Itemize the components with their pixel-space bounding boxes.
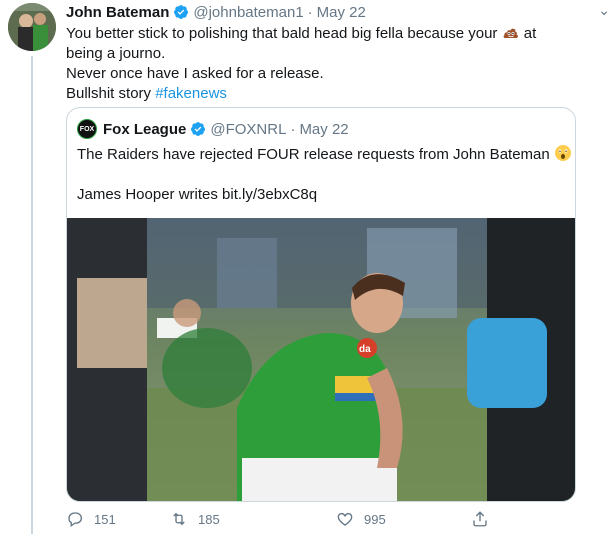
verified-badge-icon (191, 122, 206, 136)
tweet-header: John Bateman @johnbateman1 · May 22 (66, 2, 586, 22)
author-handle[interactable]: @johnbateman1 (193, 4, 303, 21)
tweet-text: You better stick to polishing that bald … (66, 23, 566, 104)
like-count: 995 (364, 511, 386, 527)
quoted-author-name: Fox League (103, 120, 187, 138)
tweet-date[interactable]: May 22 (317, 4, 366, 21)
quoted-tweet-text: The Raiders have rejected FOUR release r… (77, 144, 571, 205)
author-avatar[interactable] (8, 3, 56, 51)
like-button[interactable]: 995 (336, 510, 386, 528)
tweet-text-segment: You better stick to polishing that bald … (66, 25, 498, 42)
jersey-sponsor-text: da (359, 344, 371, 355)
tweet-line-4: Bullshit story #fakenews (66, 84, 566, 104)
chevron-down-icon[interactable]: ⌄ (598, 2, 610, 19)
share-icon (473, 511, 487, 527)
quoted-line-spacer (77, 165, 567, 185)
tweet-text-segment: at (523, 25, 537, 42)
header-separator: · (307, 3, 313, 21)
quoted-tweet-date: May 22 (299, 120, 349, 138)
quoted-tweet-header: FOX Fox League @FOXNRL · May 22 (77, 118, 349, 140)
retweet-icon (173, 512, 185, 526)
author-name[interactable]: John Bateman (66, 4, 169, 21)
quoted-tweet-card[interactable]: FOX Fox League @FOXNRL · May 22 The Raid… (66, 107, 576, 502)
player-photo[interactable]: da (67, 218, 575, 501)
reply-count: 151 (94, 511, 116, 527)
thread-line (31, 56, 33, 534)
share-button[interactable] (471, 510, 499, 528)
tweet-line-2: being a journo. (66, 45, 166, 62)
verified-badge-icon (174, 5, 189, 19)
heart-icon (337, 512, 353, 526)
quoted-line-2: James Hooper writes bit.ly/3ebxC8q (77, 186, 318, 203)
quoted-author-avatar: FOX (77, 119, 97, 139)
tweet-actions: 151 185 995 (66, 510, 496, 534)
tweet-line-1: You better stick to polishing that bald … (66, 23, 566, 44)
hashtag-link[interactable]: #fakenews (155, 85, 227, 102)
quoted-text-segment: The Raiders have rejected FOUR release r… (77, 146, 550, 163)
quoted-line-1: The Raiders have rejected FOUR release r… (77, 144, 571, 165)
tweet-text-segment: Bullshit story (66, 85, 152, 102)
reply-button[interactable]: 151 (66, 510, 116, 528)
retweet-count: 185 (198, 511, 220, 527)
avatar-photo (8, 3, 56, 51)
tweet-line-3: Never once have I asked for a release. (66, 65, 324, 82)
reply-icon (68, 512, 83, 528)
retweet-button[interactable]: 185 (170, 510, 220, 528)
pile-of-poo-emoji-icon (503, 28, 518, 38)
astonished-face-emoji-icon (554, 145, 571, 161)
header-separator: · (290, 120, 296, 138)
quoted-author-handle: @FOXNRL (210, 120, 287, 138)
